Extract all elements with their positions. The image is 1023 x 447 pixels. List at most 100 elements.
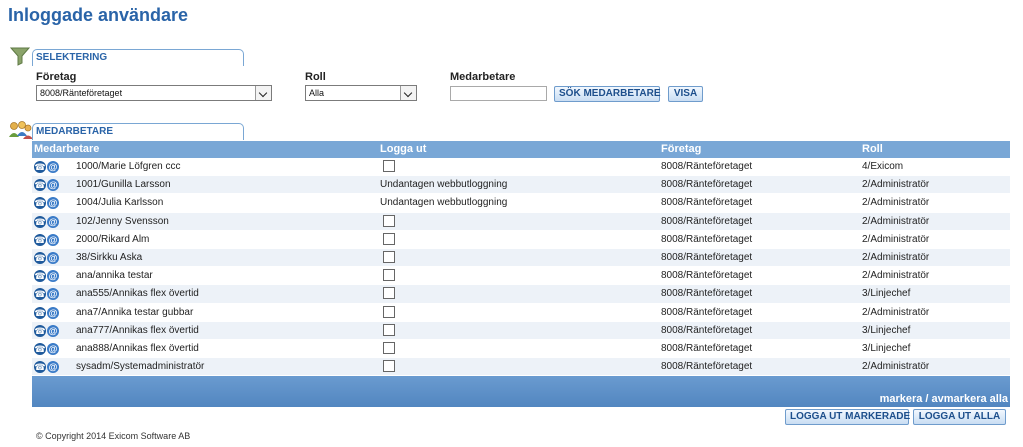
show-button[interactable]: VISA (668, 86, 703, 102)
logout-checkbox[interactable] (383, 341, 395, 354)
filter-funnel-icon (9, 47, 31, 66)
employee-name: 38/Sirkku Aska (76, 251, 143, 263)
page-title: Inloggade användare (8, 5, 189, 25)
role-select[interactable]: Alla (305, 85, 417, 101)
company-label: Företag (36, 71, 77, 83)
column-header-company[interactable]: Företag (661, 143, 701, 155)
phone-icon[interactable]: ☎ (34, 306, 46, 319)
employee-name: 1001/Gunilla Larsson (76, 179, 171, 191)
logout-checkbox[interactable] (383, 214, 395, 227)
phone-icon[interactable]: ☎ (34, 342, 46, 355)
email-icon[interactable]: @ (47, 179, 59, 192)
chevron-down-icon (255, 86, 271, 100)
phone-icon[interactable]: ☎ (34, 361, 46, 374)
selection-heading: SELEKTERING (36, 52, 108, 63)
table-row: ☎ @ ana7/Annika testar gubbar 8008/Ränteför… (32, 304, 1010, 322)
employee-company: 8008/Ränteföretaget (661, 324, 753, 336)
email-icon[interactable]: @ (47, 324, 59, 337)
table-row: ☎ @ sysadm/Systemadministratör 8008/Räntefö… (32, 358, 1010, 377)
company-select[interactable]: 8008/Ränteföretaget (36, 85, 272, 101)
employee-role: 3/Linjechef (862, 288, 911, 300)
phone-icon[interactable]: ☎ (34, 233, 46, 246)
logout-checkbox[interactable] (383, 305, 395, 318)
logout-checkbox[interactable] (383, 323, 395, 336)
employee-company: 8008/Ränteföretaget (661, 179, 753, 191)
email-icon[interactable]: @ (47, 270, 59, 283)
logout-all-button[interactable]: LOGGA UT ALLA (913, 409, 1006, 425)
employee-label: Medarbetare (450, 71, 516, 83)
chevron-down-icon (400, 86, 416, 100)
employee-role: 2/Administratör (862, 270, 930, 282)
phone-icon[interactable]: ☎ (34, 197, 46, 210)
column-header-logout[interactable]: Logga ut (380, 143, 426, 155)
table-row: ☎ @ ana555/Annikas flex övertid 8008/Räntef… (32, 285, 1010, 304)
email-icon[interactable]: @ (47, 161, 59, 173)
logout-checkbox[interactable] (383, 250, 395, 263)
logout-checkbox[interactable] (383, 232, 395, 245)
logout-checkbox[interactable] (383, 269, 395, 282)
employee-role: 2/Administratör (862, 215, 930, 227)
employee-company: 8008/Ränteföretaget (661, 288, 753, 300)
employee-name: 1000/Marie Löfgren ccc (76, 161, 181, 172)
email-icon[interactable]: @ (47, 361, 59, 374)
employee-company: 8008/Ränteföretaget (661, 342, 753, 354)
table-row: ☎ @1001/Gunilla Larsson Undantagen webbutl… (32, 176, 1010, 195)
column-header-role[interactable]: Roll (862, 143, 883, 155)
phone-icon[interactable]: ☎ (34, 288, 46, 301)
employee-name: 1004/Julia Karlsson (76, 197, 164, 209)
column-header-employee[interactable]: Medarbetare (34, 143, 99, 155)
role-select-value: Alla (309, 88, 325, 98)
email-icon[interactable]: @ (47, 233, 59, 246)
table-row: ☎ @102/Jenny Svensson 8008/Ränteföretaget 2… (32, 212, 1010, 231)
employees-table: Medarbetare Logga ut Företag Roll ☎ @1000… (32, 141, 1010, 408)
employees-section-header: MEDARBETARE (8, 120, 244, 140)
employee-company: 8008/Ränteföretaget (661, 161, 753, 172)
logout-exemption-text: Undantagen webbutloggning (380, 197, 508, 209)
phone-icon[interactable]: ☎ (34, 161, 46, 173)
employee-company: 8008/Ränteföretaget (661, 197, 753, 209)
logout-checkbox[interactable] (383, 160, 395, 172)
employee-role: 2/Administratör (862, 197, 930, 209)
email-icon[interactable]: @ (47, 342, 59, 355)
email-icon[interactable]: @ (47, 288, 59, 301)
email-icon[interactable]: @ (47, 197, 59, 210)
employee-company: 8008/Ränteföretaget (661, 361, 753, 373)
employee-name: ana/annika testar (76, 270, 153, 282)
email-icon[interactable]: @ (47, 251, 59, 264)
copyright-text: © Copyright 2014 Exicom Software AB (36, 431, 191, 441)
logout-exemption-text: Undantagen webbutloggning (380, 179, 508, 191)
employee-role: 3/Linjechef (862, 324, 911, 336)
phone-icon[interactable]: ☎ (34, 215, 46, 228)
phone-icon[interactable]: ☎ (34, 251, 46, 264)
employee-company: 8008/Ränteföretaget (661, 251, 753, 263)
employee-name: ana888/Annikas flex övertid (76, 342, 199, 354)
logout-checkbox[interactable] (383, 360, 395, 373)
employee-name: 2000/Rikard Alm (76, 233, 150, 245)
table-body: ☎ @1000/Marie Löfgren ccc 8008/Ränteföreta… (32, 158, 1010, 377)
employee-name: ana777/Annikas flex övertid (76, 324, 199, 336)
role-label: Roll (305, 71, 326, 83)
employee-role: 2/Administratör (862, 233, 930, 245)
employee-company: 8008/Ränteföretaget (661, 233, 753, 245)
table-header: Medarbetare Logga ut Företag Roll (32, 141, 1010, 158)
employee-role: 3/Linjechef (862, 342, 911, 354)
phone-icon[interactable]: ☎ (34, 270, 46, 283)
selection-section-header: SELEKTERING (8, 46, 244, 66)
employee-role: 2/Administratör (862, 361, 930, 373)
logout-selected-button[interactable]: LOGGA UT MARKERADE (785, 409, 910, 425)
employee-name: ana7/Annika testar gubbar (76, 306, 194, 318)
email-icon[interactable]: @ (47, 215, 59, 228)
logout-checkbox[interactable] (383, 287, 395, 300)
toggle-all-link[interactable]: markera / avmarkera alla (880, 393, 1008, 405)
table-footer: markera / avmarkera alla (32, 376, 1010, 408)
table-row: ☎ @1004/Julia Karlsson Undantagen webbutlo… (32, 194, 1010, 213)
users-group-icon (9, 121, 33, 139)
employee-role: 2/Administratör (862, 179, 930, 191)
employee-role: 2/Administratör (862, 251, 930, 263)
company-select-value: 8008/Ränteföretaget (40, 88, 123, 98)
email-icon[interactable]: @ (47, 306, 59, 319)
search-employee-button[interactable]: SÖK MEDARBETARE (554, 86, 660, 102)
phone-icon[interactable]: ☎ (34, 179, 46, 192)
employee-search-input[interactable] (450, 86, 547, 101)
phone-icon[interactable]: ☎ (34, 324, 46, 337)
